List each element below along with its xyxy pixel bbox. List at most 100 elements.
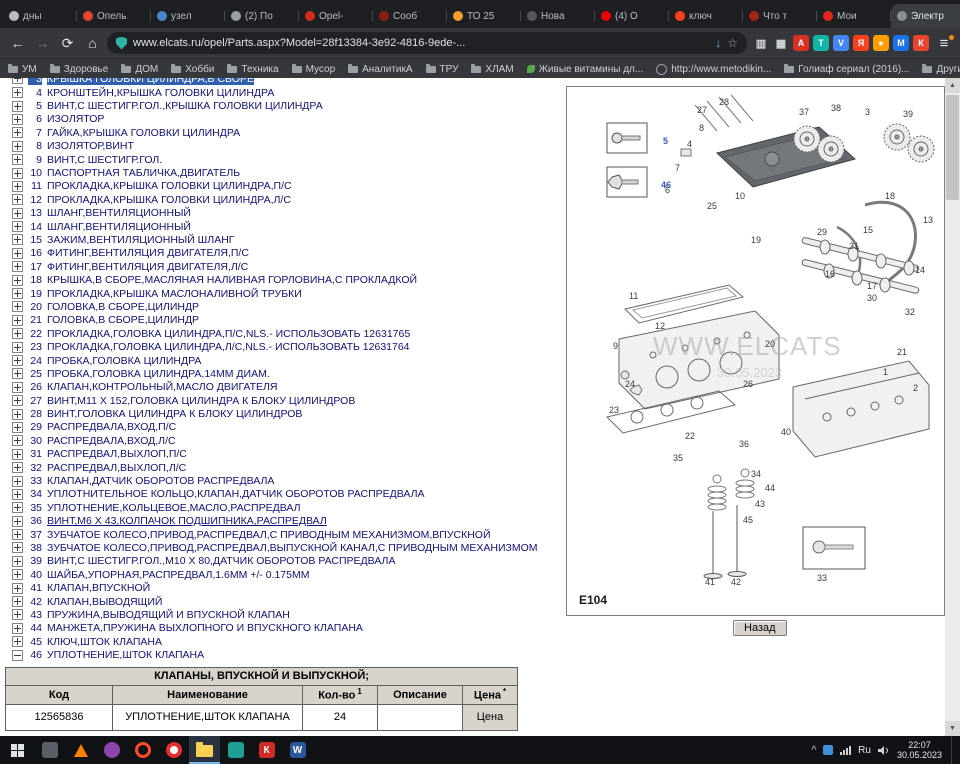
part-label[interactable]: ПРОКЛАДКА,ГОЛОВКА ЦИЛИНДРА,П/С,NLS.- ИСП… xyxy=(47,328,410,340)
vpn-icon[interactable]: V xyxy=(833,35,849,51)
part-label[interactable]: УПЛОТНИТЕЛЬНОЕ КОЛЬЦО,КЛАПАН,ДАТЧИК ОБОР… xyxy=(47,488,425,500)
start-button[interactable] xyxy=(0,736,34,764)
expand-icon[interactable] xyxy=(12,140,23,152)
browser-tab[interactable]: Нова xyxy=(521,4,595,28)
bookmark-item[interactable]: http://www.metodikin... xyxy=(656,63,771,75)
browser-tab[interactable]: Что т xyxy=(743,4,817,28)
expand-icon[interactable] xyxy=(12,274,23,286)
browser-tab[interactable]: Мои xyxy=(817,4,891,28)
expand-icon[interactable] xyxy=(12,167,23,179)
parts-list-item[interactable]: 46 УПЛОТНЕНИЕ,ШТОК КЛАПАНА xyxy=(4,648,564,661)
browser-menu-button[interactable]: ≡ xyxy=(936,34,954,52)
expand-icon[interactable] xyxy=(12,288,23,300)
browser-tab[interactable]: Электр× xyxy=(891,4,960,28)
part-label[interactable]: ПРОБКА,ГОЛОВКА ЦИЛИНДРА xyxy=(47,355,201,367)
expand-icon[interactable] xyxy=(12,207,23,219)
taskbar-app-utility[interactable] xyxy=(34,736,65,764)
part-label[interactable]: ПРОКЛАДКА,КРЫШКА ГОЛОВКИ ЦИЛИНДРА,П/С xyxy=(47,180,292,192)
parts-list-item[interactable]: 23 ПРОКЛАДКА,ГОЛОВКА ЦИЛИНДРА,Л/С,NLS.- И… xyxy=(4,340,564,353)
bookmark-item[interactable]: Голиаф сериал (2016)... xyxy=(784,63,909,75)
expand-icon[interactable] xyxy=(12,636,23,648)
parts-list-item[interactable]: 39 ВИНТ,С ШЕСТИГР.ГОЛ.,М10 X 80,ДАТЧИК ОБ… xyxy=(4,555,564,568)
part-label[interactable]: ПРОКЛАДКА,КРЫШКА МАСЛОНАЛИВНОЙ ТРУБКИ xyxy=(47,288,302,300)
url-text[interactable]: www.elcats.ru/opel/Parts.aspx?Model=28f1… xyxy=(133,37,709,49)
expand-icon[interactable] xyxy=(12,582,23,594)
parts-list-item[interactable]: 36 ВИНТ,М6 X 43,КОЛПАЧОК ПОДШИПНИКА,РАСПР… xyxy=(4,515,564,528)
taskbar-app-vlc[interactable] xyxy=(65,736,96,764)
scrollbar-thumb[interactable] xyxy=(946,95,959,200)
clock[interactable]: 22:07 30.05.2023 xyxy=(897,740,942,761)
part-label[interactable]: ИЗОЛЯТОР xyxy=(47,113,104,125)
part-label[interactable]: ЗАЖИМ,ВЕНТИЛЯЦИОННЫЙ ШЛАНГ xyxy=(47,234,234,246)
adblock-icon[interactable]: A xyxy=(793,35,809,51)
expand-icon[interactable] xyxy=(12,247,23,259)
scroll-down-button[interactable]: ▼ xyxy=(945,721,960,736)
part-label[interactable]: ВИНТ,С ШЕСТИГР.ГОЛ.,КРЫШКА ГОЛОВКИ ЦИЛИН… xyxy=(47,100,323,112)
bookmark-item[interactable]: Техника xyxy=(227,63,279,75)
translate-icon[interactable]: Т xyxy=(813,35,829,51)
parts-list-item[interactable]: 45 КЛЮЧ,ШТОК КЛАПАНА xyxy=(4,635,564,648)
part-label[interactable]: ПРУЖИНА,ВЫВОДЯЩИЙ И ВПУСКНОЙ КЛАПАН xyxy=(47,609,290,621)
part-label[interactable]: ШЛАНГ,ВЕНТИЛЯЦИОННЫЙ xyxy=(47,207,191,219)
expand-icon[interactable] xyxy=(12,368,23,380)
part-label[interactable]: ГАЙКА,КРЫШКА ГОЛОВКИ ЦИЛИНДРА xyxy=(47,127,240,139)
expand-icon[interactable] xyxy=(12,488,23,500)
part-label[interactable]: РАСПРЕДВАЛ,ВЫХЛОП,Л/С xyxy=(47,462,186,474)
part-label[interactable]: УПЛОТНЕНИЕ,КОЛЬЦЕВОЕ,МАСЛО,РАСПРЕДВАЛ xyxy=(47,502,301,514)
part-label[interactable]: ШАЙБА,УПОРНАЯ,РАСПРЕДВАЛ,1.6ММ +/- 0.175… xyxy=(47,569,310,581)
expand-icon[interactable] xyxy=(12,87,23,99)
address-bar[interactable]: www.elcats.ru/opel/Parts.aspx?Model=28f1… xyxy=(107,32,747,54)
parts-list-item[interactable]: 35 УПЛОТНЕНИЕ,КОЛЬЦЕВОЕ,МАСЛО,РАСПРЕДВАЛ xyxy=(4,501,564,514)
parts-list-item[interactable]: 3 КРЫШКА ГОЛОВКИ ЦИЛИНДРА,В СБОРЕ xyxy=(4,78,564,85)
taskbar-app-opera[interactable] xyxy=(127,736,158,764)
parts-list-item[interactable]: 42 КЛАПАН,ВЫВОДЯЩИЙ xyxy=(4,595,564,608)
expand-icon[interactable] xyxy=(12,502,23,514)
part-label[interactable]: КЛАПАН,ВПУСКНОЙ xyxy=(47,582,150,594)
parts-list-item[interactable]: 21 ГОЛОВКА,В СБОРЕ,ЦИЛИНДР xyxy=(4,314,564,327)
expand-icon[interactable] xyxy=(12,475,23,487)
parts-list-item[interactable]: 16 ФИТИНГ,ВЕНТИЛЯЦИЯ ДВИГАТЕЛЯ,П/С xyxy=(4,247,564,260)
part-label[interactable]: ГОЛОВКА,В СБОРЕ,ЦИЛИНДР xyxy=(47,314,199,326)
parts-list-clipped-row[interactable]: 3 КРЫШКА ГОЛОВКИ ЦИЛИНДРА,В СБОРЕ xyxy=(4,78,564,86)
part-label[interactable]: ВИНТ,М11 X 152,ГОЛОВКА ЦИЛИНДРА К БЛОКУ … xyxy=(47,395,355,407)
expand-icon[interactable] xyxy=(12,421,23,433)
part-label[interactable]: КЛАПАН,КОНТРОЛЬНЫЙ,МАСЛО ДВИГАТЕЛЯ xyxy=(47,381,278,393)
part-label[interactable]: МАНЖЕТА,ПРУЖИНА ВЫХЛОПНОГО И ВПУСКНОГО К… xyxy=(47,622,363,634)
bookmark-item[interactable]: ХЛАМ xyxy=(471,63,514,75)
parts-list-item[interactable]: 15 ЗАЖИМ,ВЕНТИЛЯЦИОННЫЙ ШЛАНГ xyxy=(4,233,564,246)
browser-tab[interactable]: Сооб xyxy=(373,4,447,28)
parts-list-item[interactable]: 44 МАНЖЕТА,ПРУЖИНА ВЫХЛОПНОГО И ВПУСКНОГО… xyxy=(4,622,564,635)
parts-list-item[interactable]: 18 КРЫШКА,В СБОРЕ,МАСЛЯНАЯ НАЛИВНАЯ ГОРЛО… xyxy=(4,273,564,286)
parts-list-item[interactable]: 14 ШЛАНГ,ВЕНТИЛЯЦИОННЫЙ xyxy=(4,220,564,233)
parts-list-item[interactable]: 32 РАСПРЕДВАЛ,ВЫХЛОП,Л/С xyxy=(4,461,564,474)
network-icon[interactable] xyxy=(840,745,852,755)
part-label[interactable]: ИЗОЛЯТОР,ВИНТ xyxy=(47,140,134,152)
expand-icon[interactable] xyxy=(12,100,23,112)
part-label[interactable]: УПЛОТНЕНИЕ,ШТОК КЛАПАНА xyxy=(47,649,204,661)
bookmark-item[interactable]: Мусор xyxy=(291,63,335,75)
expand-icon[interactable] xyxy=(12,194,23,206)
language-indicator[interactable]: Ru xyxy=(858,745,871,756)
parts-list-item[interactable]: 24 ПРОБКА,ГОЛОВКА ЦИЛИНДРА xyxy=(4,354,564,367)
taskbar-app-teal[interactable] xyxy=(220,736,251,764)
taskbar-app-word[interactable]: W xyxy=(282,736,313,764)
parts-list-item[interactable]: 22 ПРОКЛАДКА,ГОЛОВКА ЦИЛИНДРА,П/С,NLS.- И… xyxy=(4,327,564,340)
disk-icon[interactable]: ● xyxy=(873,35,889,51)
reading-panels-icon[interactable]: ▥ xyxy=(753,35,769,51)
expand-icon[interactable] xyxy=(12,529,23,541)
expand-icon[interactable] xyxy=(12,381,23,393)
expand-icon[interactable] xyxy=(12,301,23,313)
parts-list-item[interactable]: 27 ВИНТ,М11 X 152,ГОЛОВКА ЦИЛИНДРА К БЛОК… xyxy=(4,394,564,407)
expand-icon[interactable] xyxy=(12,113,23,125)
part-label[interactable]: РАСПРЕДВАЛ,ВЫХЛОП,П/С xyxy=(47,448,187,460)
part-label[interactable]: КРЫШКА,В СБОРЕ,МАСЛЯНАЯ НАЛИВНАЯ ГОРЛОВИ… xyxy=(47,274,417,286)
part-label[interactable]: КЛЮЧ,ШТОК КЛАПАНА xyxy=(47,636,162,648)
parts-list-item[interactable]: 17 ФИТИНГ,ВЕНТИЛЯЦИЯ ДВИГАТЕЛЯ,Л/С xyxy=(4,260,564,273)
expand-icon[interactable] xyxy=(12,221,23,233)
part-label[interactable]: ЗУБЧАТОЕ КОЛЕСО,ПРИВОД,РАСПРЕДВАЛ,ВЫПУСК… xyxy=(47,542,538,554)
parts-list-item[interactable]: 20 ГОЛОВКА,В СБОРЕ,ЦИЛИНДР xyxy=(4,300,564,313)
parts-list-item[interactable]: 9 ВИНТ,С ШЕСТИГР.ГОЛ. xyxy=(4,153,564,166)
parts-list-item[interactable]: 28 ВИНТ,ГОЛОВКА ЦИЛИНДРА К БЛОКУ ЦИЛИНДРО… xyxy=(4,407,564,420)
tray-shield-icon[interactable] xyxy=(823,745,834,755)
scroll-up-button[interactable]: ▲ xyxy=(945,78,960,93)
